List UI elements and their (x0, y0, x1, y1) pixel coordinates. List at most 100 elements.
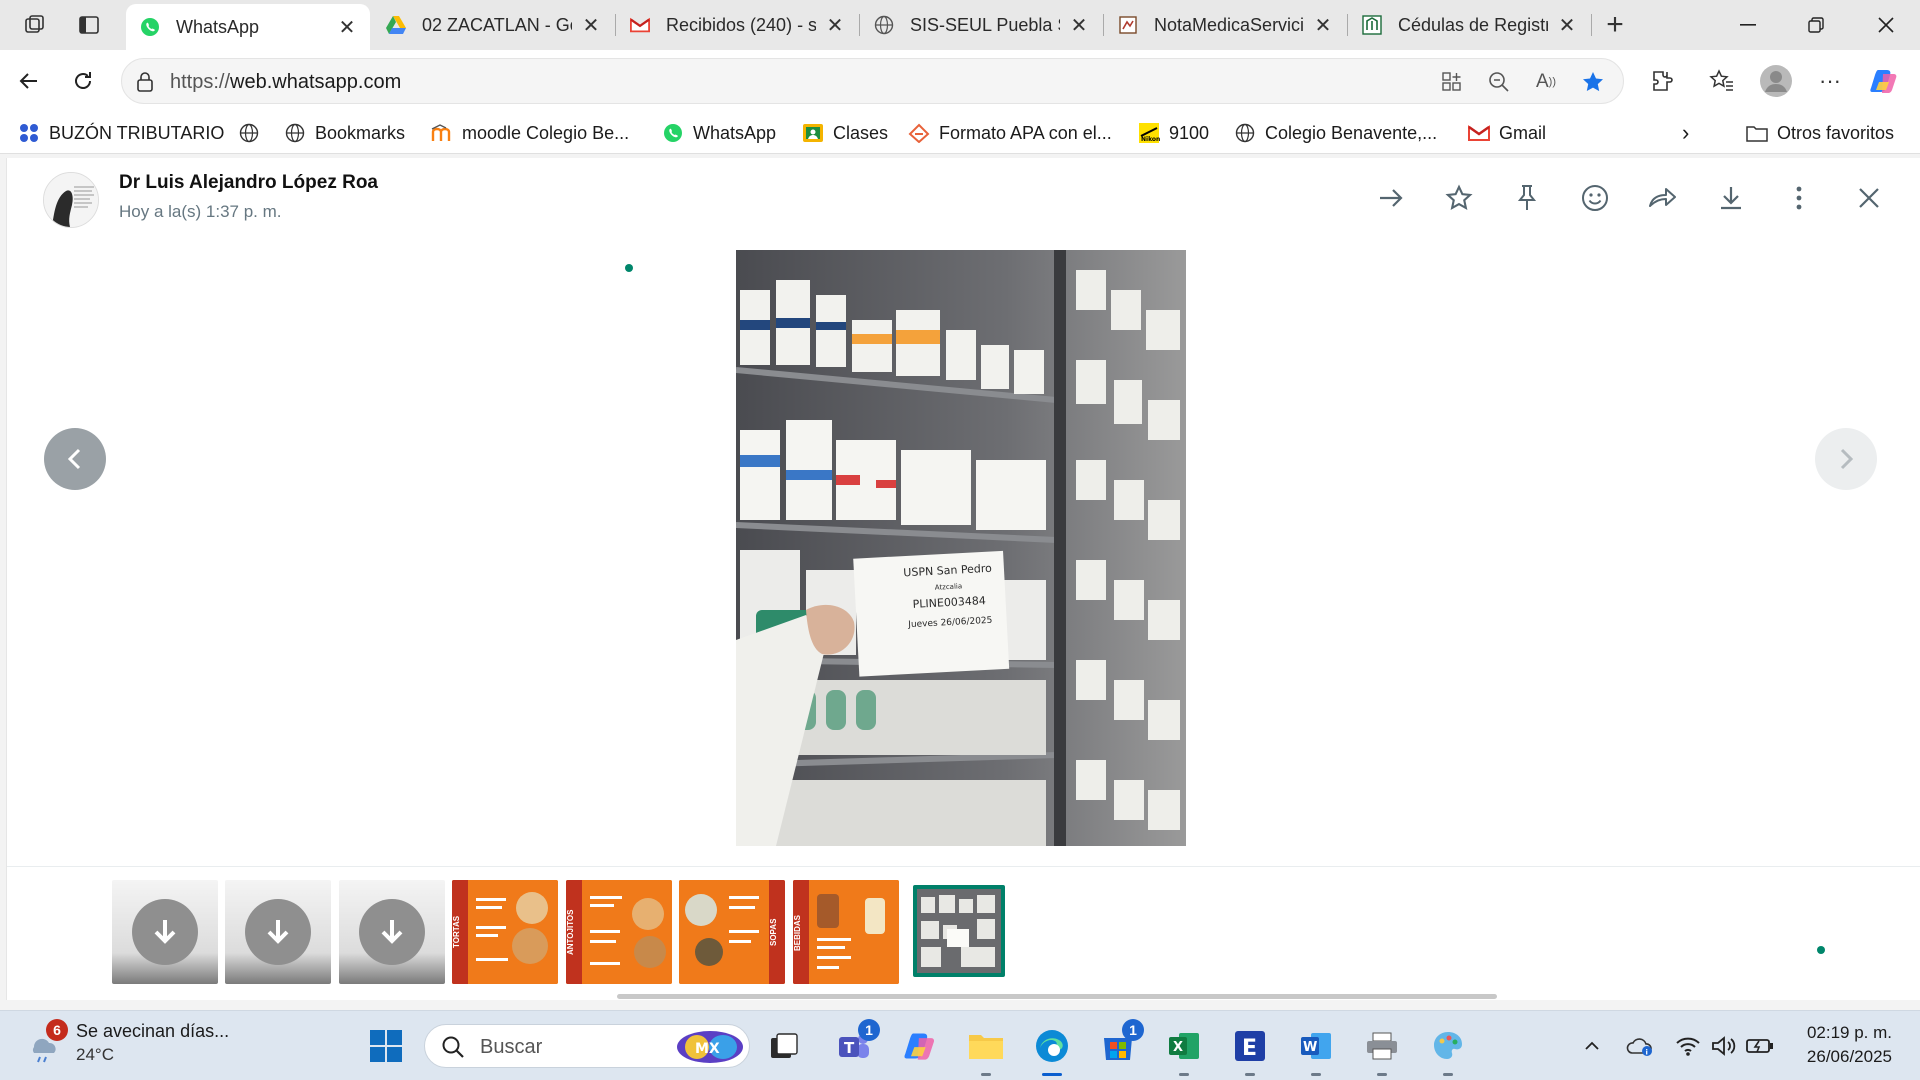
minimize-button[interactable] (1718, 0, 1778, 50)
extensions-icon[interactable] (1644, 64, 1680, 98)
other-favorites-folder[interactable]: Otros favoritos (1746, 120, 1894, 146)
file-explorer-icon[interactable] (966, 1026, 1006, 1066)
classroom-icon (802, 122, 824, 144)
thumbnail-menu-antojitos[interactable]: ANTOJITOS (566, 880, 672, 984)
bookmark-apa[interactable]: Formato APA con el... (908, 120, 1112, 146)
copilot-taskbar-icon[interactable] (900, 1026, 940, 1066)
go-to-message-button[interactable] (1371, 178, 1411, 218)
tab-nota-medica[interactable]: NotaMedicaServici ✕ (1104, 4, 1346, 46)
handwritten-note: USPN San Pedro Atzcalia PLINE003484 Juev… (882, 560, 1015, 635)
star-button[interactable] (1439, 178, 1479, 218)
tab-whatsapp[interactable]: WhatsApp ✕ (126, 4, 370, 50)
close-tab-icon[interactable]: ✕ (582, 13, 600, 38)
thumbnail-menu-sopas[interactable]: SOPAS (679, 880, 785, 984)
back-button[interactable] (12, 64, 46, 98)
weather-text[interactable]: Se avecinan días... (76, 1021, 229, 1042)
thumbnail-download[interactable] (339, 880, 445, 984)
battery-icon[interactable] (1746, 1031, 1774, 1061)
tab-cedulas[interactable]: Cédulas de Registro ✕ (1348, 4, 1590, 46)
taskbar-search[interactable]: Buscar MX (424, 1024, 750, 1068)
sender-name: Dr Luis Alejandro López Roa (119, 172, 378, 193)
close-window-button[interactable] (1856, 0, 1916, 50)
refresh-button[interactable] (66, 64, 100, 98)
url-host: web.whatsapp.com (230, 71, 402, 93)
workspaces-icon[interactable] (20, 10, 50, 40)
svg-text:W: W (1303, 1040, 1317, 1055)
start-button[interactable] (366, 1026, 406, 1066)
bookmark-clases[interactable]: Clases (802, 120, 888, 146)
message-timestamp: Hoy a la(s) 1:37 p. m. (119, 202, 282, 221)
bookmark-moodle[interactable]: moodle Colegio Be... (431, 120, 629, 146)
close-viewer-button[interactable] (1849, 178, 1889, 218)
favorites-icon[interactable] (1704, 64, 1740, 98)
zoom-icon[interactable] (1486, 70, 1512, 94)
thumbnail-download[interactable] (112, 880, 218, 984)
react-emoji-button[interactable] (1575, 178, 1615, 218)
show-hidden-icons-chevron-icon[interactable] (1578, 1031, 1606, 1061)
app-available-icon[interactable] (1439, 70, 1465, 94)
shared-photo[interactable]: USPN San Pedro Atzcalia PLINE003484 Juev… (736, 250, 1186, 846)
close-tab-icon[interactable]: ✕ (1314, 13, 1332, 38)
more-bookmarks-chevron-icon[interactable]: › (1682, 120, 1689, 146)
thumbnail-current-photo[interactable] (913, 885, 1005, 977)
thumbnail-download[interactable] (225, 880, 331, 984)
paint-icon[interactable] (1428, 1026, 1468, 1066)
thumbnail-menu-bebidas[interactable]: BEBIDAS (793, 880, 899, 984)
whatsapp-icon (140, 17, 160, 37)
bookmark-label: Formato APA con el... (939, 122, 1112, 143)
search-highlight-icon: MX (677, 1031, 743, 1063)
horizontal-scrollbar[interactable] (617, 994, 1497, 999)
address-bar[interactable]: https://web.whatsapp.com A)) (121, 58, 1624, 104)
bookmark-label: Gmail (1499, 122, 1547, 143)
status-dot (625, 264, 633, 272)
whatsapp-media-viewer: Dr Luis Alejandro López Roa Hoy a la(s) … (6, 158, 1920, 1000)
word-icon[interactable]: W (1296, 1026, 1336, 1066)
wifi-icon[interactable] (1674, 1031, 1702, 1061)
bookmark-bookmarks[interactable]: Bookmarks (284, 120, 405, 146)
bookmark-globe[interactable] (238, 120, 269, 146)
bookmark-9100[interactable]: Nikon 9100 (1138, 120, 1209, 146)
task-view-icon[interactable] (764, 1026, 804, 1066)
download-button[interactable] (1711, 178, 1751, 218)
close-tab-icon[interactable]: ✕ (826, 13, 844, 38)
bookmark-whatsapp[interactable]: WhatsApp (662, 120, 776, 146)
pin-button[interactable] (1507, 178, 1547, 218)
copilot-icon[interactable] (1866, 64, 1902, 98)
download-icon (245, 899, 311, 965)
tab-sis-seul[interactable]: SIS-SEUL Puebla SI ✕ (860, 4, 1102, 46)
previous-media-button[interactable] (44, 428, 106, 490)
e-app-icon[interactable]: E (1230, 1026, 1270, 1066)
tab-zacatlan[interactable]: 02 ZACATLAN - Go ✕ (372, 4, 614, 46)
new-tab-button[interactable]: + (1600, 8, 1630, 41)
tab-gmail[interactable]: Recibidos (240) - sa ✕ (616, 4, 858, 46)
active-indicator (1042, 1073, 1062, 1076)
bookmark-gmail[interactable]: Gmail (1468, 120, 1546, 146)
close-tab-icon[interactable]: ✕ (1558, 13, 1576, 38)
next-media-button[interactable] (1815, 428, 1877, 490)
bookmark-label: BUZÓN TRIBUTARIO (49, 122, 225, 143)
close-tab-icon[interactable]: ✕ (1070, 13, 1088, 38)
nikon-icon: Nikon (1138, 122, 1160, 144)
printer-app-icon[interactable] (1362, 1026, 1402, 1066)
tab-actions-icon[interactable] (74, 10, 104, 40)
bookmark-colegio[interactable]: Colegio Benavente,... (1234, 120, 1437, 146)
forward-button[interactable] (1643, 178, 1683, 218)
system-clock[interactable]: 02:19 p. m. 26/06/2025 (1807, 1021, 1892, 1069)
favorite-star-icon[interactable] (1580, 70, 1606, 94)
avatar[interactable] (43, 172, 99, 228)
settings-more-icon[interactable]: ··· (1812, 64, 1848, 98)
lock-icon[interactable] (132, 70, 158, 94)
close-tab-icon[interactable]: ✕ (338, 15, 356, 40)
edge-icon[interactable] (1032, 1026, 1072, 1066)
bookmark-buzon[interactable]: BUZÓN TRIBUTARIO (18, 120, 224, 146)
bookmark-label: moodle Colegio Be... (462, 122, 630, 143)
restore-button[interactable] (1786, 0, 1846, 50)
volume-icon[interactable] (1710, 1031, 1738, 1061)
profile-avatar[interactable] (1758, 64, 1794, 98)
more-options-icon[interactable] (1779, 178, 1819, 218)
read-aloud-icon[interactable]: A)) (1533, 70, 1559, 94)
onedrive-icon[interactable]: i (1626, 1031, 1654, 1061)
weather-temp: 24°C (76, 1045, 114, 1064)
excel-icon[interactable]: X (1164, 1026, 1204, 1066)
thumbnail-menu-tortas[interactable]: TORTAS (452, 880, 558, 984)
